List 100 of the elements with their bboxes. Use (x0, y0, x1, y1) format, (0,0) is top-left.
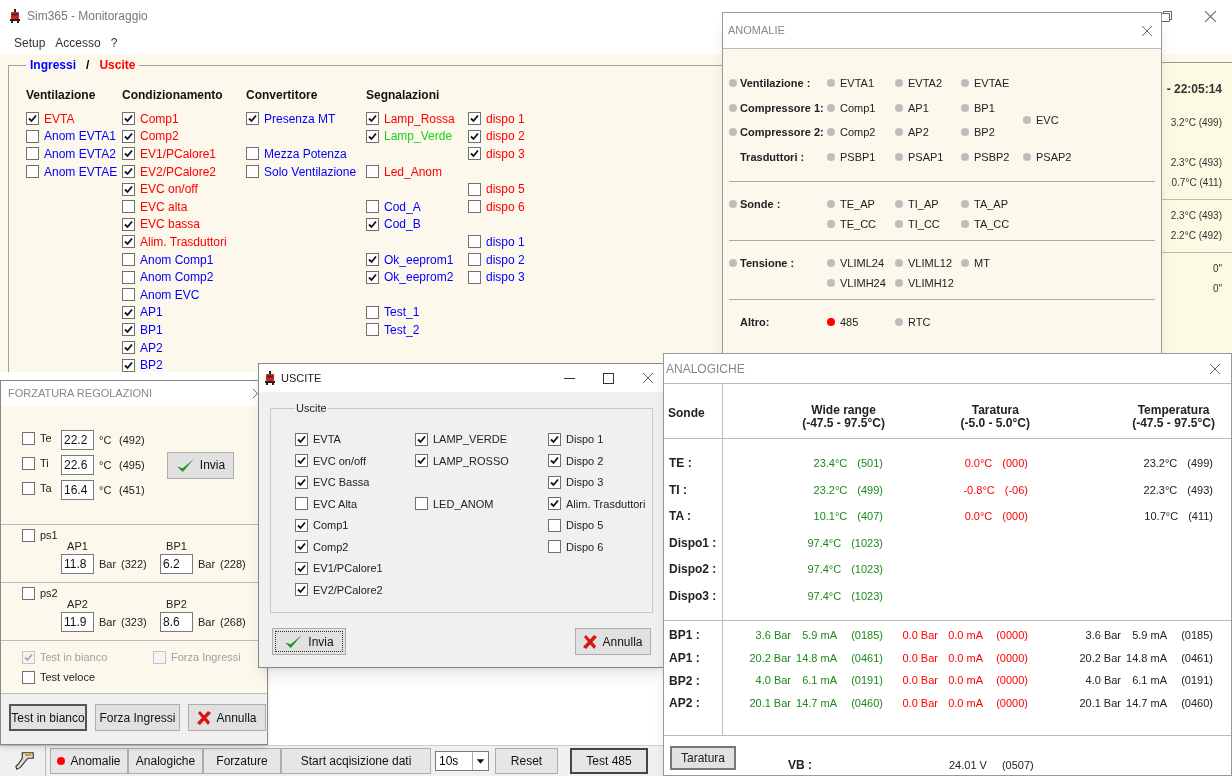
close-icon[interactable] (1141, 24, 1153, 37)
checkbox[interactable]: Test veloce (22, 669, 96, 685)
checkbox[interactable]: LED_ANOM (415, 493, 494, 515)
checkbox[interactable]: AP1 (122, 303, 163, 322)
checkbox[interactable]: dispo 5 (468, 180, 525, 198)
toolbar-button[interactable]: Forzature (203, 748, 281, 774)
input-field[interactable]: 22.2 (61, 430, 94, 450)
toolbar-button[interactable]: Anomalie (50, 748, 128, 774)
checkbox[interactable]: LAMP_ROSSO (415, 450, 509, 472)
dialog-button[interactable]: Invia (167, 451, 234, 479)
reading-text: 14.7 mA (795, 696, 837, 712)
toolbar-button[interactable]: Test 485 (570, 748, 648, 774)
interval-dropdown[interactable]: 10s (435, 751, 489, 771)
checkbox[interactable]: Ti (22, 455, 61, 472)
checkbox[interactable]: Dispo 5 (548, 514, 604, 536)
checkbox[interactable]: BP2 (122, 356, 163, 374)
input-field[interactable]: 8.6 (160, 612, 193, 632)
plug-icon[interactable] (13, 750, 36, 772)
checkbox[interactable]: Dispo 3 (548, 471, 604, 493)
checkbox[interactable]: Mezza Potenza (246, 145, 347, 163)
checkmark-icon (417, 456, 426, 466)
input-field[interactable]: 11.9 (61, 612, 94, 632)
menu-item[interactable]: Accesso (55, 34, 101, 52)
checkmark-icon (297, 434, 306, 444)
checkbox[interactable]: EV1/PCalore1 (122, 145, 217, 163)
checkbox[interactable]: Anom EVTA1 (26, 127, 116, 146)
checkbox[interactable]: Test_2 (366, 321, 420, 339)
checkbox[interactable]: dispo 1 (468, 110, 525, 128)
checkbox[interactable]: Alim. Trasduttori (122, 233, 227, 251)
checkbox[interactable]: EVTA (295, 428, 341, 450)
checkbox[interactable]: Dispo 1 (548, 428, 604, 450)
toolbar-button[interactable]: Reset (495, 748, 558, 774)
checkbox[interactable]: EVC alta (122, 197, 188, 216)
checkbox[interactable]: Ok_eeprom2 (366, 268, 454, 286)
signal-label: TE_AP (840, 196, 875, 212)
dialog-button[interactable]: Test in bianco (9, 704, 87, 731)
reading-text: 0.0 Bar (901, 696, 938, 712)
checkbox[interactable]: LAMP_VERDE (415, 428, 507, 450)
checkbox[interactable]: Comp1 (122, 110, 179, 128)
checkbox[interactable]: Led_Anom (366, 162, 443, 181)
checkbox[interactable]: dispo 3 (468, 145, 525, 163)
dialog-button[interactable]: Annulla (575, 628, 651, 655)
checkbox[interactable]: Anom Comp1 (122, 250, 214, 269)
dialog-button[interactable]: Invia (272, 628, 346, 655)
checkbox[interactable]: Ta (22, 480, 61, 497)
calibrate-button[interactable]: Taratura (670, 746, 736, 770)
checkbox[interactable]: EVC on/off (295, 450, 366, 472)
checkbox[interactable]: ps1 (22, 525, 61, 545)
checkbox[interactable]: EV2/PCalore2 (122, 162, 217, 181)
checkbox[interactable]: dispo 2 (468, 127, 525, 146)
checkbox[interactable]: Comp1 (295, 514, 349, 536)
checkbox[interactable]: EVC Bassa (295, 471, 370, 493)
menu-item[interactable]: Setup (14, 34, 46, 52)
checkbox[interactable]: EV2/PCalore2 (295, 579, 383, 601)
checkbox[interactable]: Dispo 6 (548, 536, 604, 558)
checkbox[interactable]: Alim. Trasduttori (548, 493, 646, 515)
checkbox[interactable]: dispo 1 (468, 233, 525, 251)
checkbox[interactable]: BP1 (122, 321, 163, 339)
checkbox[interactable]: dispo 6 (468, 197, 525, 216)
checkbox[interactable]: ps2 (22, 583, 61, 603)
checkbox[interactable]: EVC bassa (122, 215, 201, 234)
checkbox[interactable]: Anom Comp2 (122, 268, 214, 286)
close-icon[interactable] (1204, 9, 1217, 23)
checkbox[interactable]: Comp2 (122, 127, 179, 146)
checkbox[interactable]: Test_1 (366, 303, 420, 322)
input-field[interactable]: 11.8 (61, 554, 94, 574)
toolbar-button[interactable]: Analogiche (128, 748, 203, 774)
close-icon[interactable] (642, 372, 654, 384)
dialog-button[interactable]: Annulla (188, 704, 266, 731)
checkbox[interactable]: Solo Ventilazione (246, 162, 357, 181)
checkbox[interactable]: EVC Alta (295, 493, 358, 515)
row-label: VB : (788, 757, 813, 774)
checkbox[interactable]: Cod_B (366, 215, 421, 234)
checkbox[interactable]: Anom EVTA2 (26, 145, 116, 163)
checkbox[interactable]: Ok_eeprom1 (366, 250, 454, 269)
input-field[interactable]: 22.6 (61, 455, 94, 475)
checkbox[interactable]: Te (22, 430, 61, 447)
checkbox[interactable]: Presenza MT (246, 110, 336, 128)
menu-item[interactable]: ? (110, 34, 118, 52)
checkbox[interactable]: EVC on/off (122, 180, 198, 198)
reading-text: (499) (857, 482, 883, 498)
toolbar-button[interactable]: Start acqisizione dati (281, 748, 431, 774)
checkbox[interactable]: Dispo 2 (548, 450, 604, 472)
checkbox[interactable]: Lamp_Rossa (366, 110, 455, 128)
checkbox[interactable]: Comp2 (295, 536, 349, 558)
checkbox[interactable]: dispo 3 (468, 268, 525, 286)
checkmark-icon (297, 456, 306, 466)
dialog-button[interactable]: Forza Ingressi (95, 704, 180, 731)
restore-icon[interactable] (1161, 10, 1172, 22)
checkbox[interactable]: AP2 (122, 338, 163, 357)
maximize-icon[interactable] (603, 372, 614, 384)
checkbox[interactable]: Anom EVC (122, 285, 200, 304)
checkbox[interactable]: Anom EVTAE (26, 162, 118, 181)
input-field[interactable]: 6.2 (160, 554, 193, 574)
checkbox[interactable]: Cod_A (366, 197, 421, 216)
close-icon[interactable] (1209, 362, 1221, 375)
checkbox[interactable]: EV1/PCalore1 (295, 557, 383, 579)
input-field[interactable]: 16.4 (61, 480, 94, 500)
checkbox[interactable]: dispo 2 (468, 250, 525, 269)
checkbox[interactable]: EVTA (26, 110, 75, 128)
